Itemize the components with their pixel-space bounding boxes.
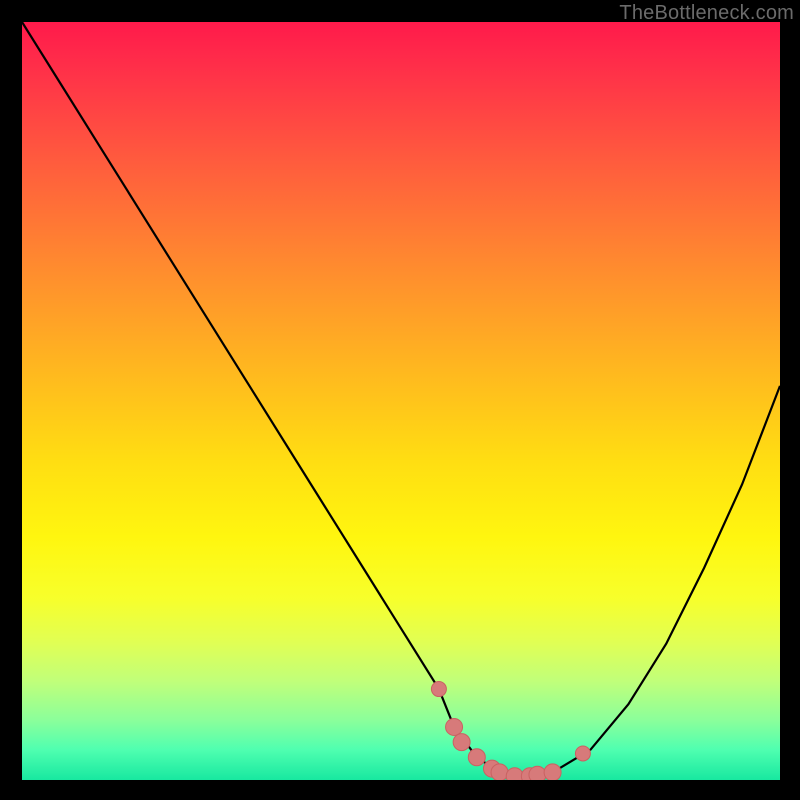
bottleneck-curve: [22, 22, 780, 780]
curve-marker: [575, 746, 590, 761]
curve-marker: [431, 682, 446, 697]
curve-marker: [446, 718, 463, 735]
curve-marker: [491, 764, 508, 780]
curve-marker: [529, 766, 546, 780]
curve-marker: [506, 768, 523, 780]
chart-svg: [22, 22, 780, 780]
plot-area: [22, 22, 780, 780]
curve-marker: [468, 749, 485, 766]
chart-stage: TheBottleneck.com: [0, 0, 800, 800]
curve-marker: [544, 764, 561, 780]
curve-marker: [453, 734, 470, 751]
